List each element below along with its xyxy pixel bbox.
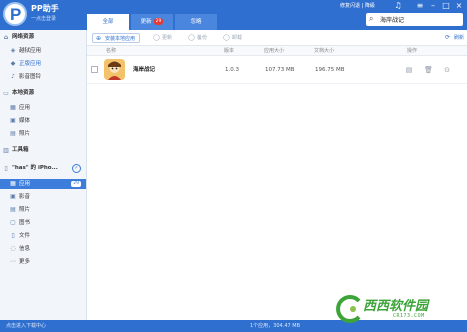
app-size: 107.73 MB (265, 67, 295, 73)
login-link[interactable]: 一点击登录 (31, 15, 56, 22)
section-device[interactable]: ▯ "has" 的 iPho... ✓ (0, 163, 87, 174)
check-icon: ✓ (72, 164, 81, 173)
toolbar: ⊕ 安装本地应用 ◯ 更新 ◯ 备份 ◯ 卸载 ⟳ 刷新 (87, 30, 467, 46)
fix-crash-link[interactable]: 修复闪退 | 降級 (340, 2, 375, 9)
doc-manage-icon[interactable]: ▤ (405, 66, 413, 74)
backup-icon: ◯ (188, 34, 195, 41)
backup-button[interactable]: ◯ 备份 (188, 33, 207, 43)
sidebar-item-jailbreak-apps[interactable]: ◈ 越狱应用 (0, 46, 86, 56)
watermark-text: 西西软件园 (363, 299, 429, 314)
phone-icon: ▯ (4, 165, 8, 172)
media-icon: ▣ (10, 193, 16, 200)
minimize-icon[interactable]: – (428, 1, 438, 10)
watermark-logo-icon (336, 295, 361, 323)
uninstall-button[interactable]: ◯ 卸载 (223, 33, 242, 43)
media-icon: ▣ (10, 117, 16, 124)
search-box: ⌕ (366, 13, 463, 26)
app-header: P PP助手 一点击登录 全部 更新 29 忽略 修复闪退 | 降級 ♫ ≡ – … (0, 0, 467, 30)
doc-size: 196.75 MB (315, 67, 345, 73)
update-button[interactable]: ◯ 更新 (153, 33, 172, 43)
watermark-url: CR173.COM (393, 313, 425, 319)
close-icon[interactable]: × (454, 1, 464, 10)
apps-grid-icon: ▦ (10, 180, 16, 187)
app-title: PP助手 (31, 4, 59, 13)
section-local[interactable]: ▭ 本地资源 (0, 88, 87, 99)
col-actions: 操作 (407, 48, 418, 54)
col-doc-size[interactable]: 文档大小 (314, 46, 334, 56)
music-note-icon: ♪ (11, 73, 15, 80)
tab-update[interactable]: 更新 29 (131, 14, 173, 30)
sidebar-item-media-ringtones[interactable]: ♪ 影音图铃 (0, 72, 86, 82)
trash-icon[interactable]: 🗑 (424, 66, 433, 74)
photo-icon: ▤ (10, 206, 16, 213)
sidebar-item-official-apps[interactable]: ◆ 正版应用 (0, 59, 86, 69)
section-network[interactable]: ⌂ 网络资源 (0, 32, 87, 43)
home-icon: ⌂ (3, 34, 9, 41)
update-count-badge: 29 (153, 18, 164, 25)
update-icon: ◯ (153, 34, 160, 41)
sidebar-item-device-photos[interactable]: ▤ 照片 (0, 205, 86, 215)
pp-logo-icon[interactable]: P (3, 2, 27, 26)
more-icon: ⋯ (10, 258, 16, 265)
tab-all[interactable]: 全部 (87, 14, 129, 30)
menu-icon[interactable]: ≡ (415, 1, 425, 10)
col-app-size[interactable]: 应用大小 (264, 46, 284, 56)
sidebar-item-local-media[interactable]: ▣ 媒体 (0, 116, 86, 126)
table-header: 名称 版本 应用大小 文档大小 操作 (87, 46, 467, 56)
download-center-link[interactable]: 点击进入下载中心 (6, 320, 46, 332)
folder-icon: ▭ (3, 90, 9, 97)
photo-icon: ▤ (10, 130, 16, 137)
refresh-button[interactable]: ⟳ 刷新 (445, 33, 464, 43)
col-version[interactable]: 版本 (224, 46, 234, 56)
app-version: 1.0.3 (225, 67, 239, 73)
install-local-app-button[interactable]: ⊕ 安装本地应用 (92, 33, 141, 43)
tab-ignored[interactable]: 忽略 (175, 14, 217, 30)
sidebar-item-device-messages[interactable]: ◌ 信息 (0, 244, 86, 254)
uninstall-icon: ◯ (223, 34, 230, 41)
jailbreak-app-icon: ◈ (10, 47, 16, 54)
official-app-icon: ◆ (10, 60, 16, 67)
col-name[interactable]: 名称 (106, 46, 116, 56)
maximize-icon[interactable]: □ (441, 1, 451, 10)
app-thumbnail-icon (104, 59, 125, 80)
more-actions-icon[interactable]: ⊙ (443, 66, 451, 74)
music-icon[interactable]: ♫ (393, 1, 403, 10)
sidebar-item-device-more[interactable]: ⋯ 更多 (0, 257, 86, 267)
table-row[interactable]: 海岸战记 1.0.3 107.73 MB 196.75 MB ▤ 🗑 ⊙ (87, 56, 467, 84)
sidebar-item-local-apps[interactable]: ▦ 应用 (0, 103, 86, 113)
search-input[interactable] (380, 14, 460, 25)
sidebar-item-local-photos[interactable]: ▤ 照片 (0, 129, 86, 139)
apps-grid-icon: ▦ (10, 104, 16, 111)
status-text: 1个应用，304.47 MB (250, 323, 301, 329)
add-icon: ⊕ (96, 35, 102, 42)
refresh-icon: ⟳ (444, 34, 451, 41)
app-name: 海岸战记 (133, 67, 156, 73)
row-checkbox[interactable] (91, 66, 98, 73)
book-icon: ▢ (10, 219, 16, 226)
app-count-badge: 29 (71, 181, 81, 187)
sidebar-item-device-media[interactable]: ▣ 影音 (0, 192, 86, 202)
section-toolbox[interactable]: ▥ 工具箱 (0, 145, 87, 156)
sidebar: ⌂ 网络资源 ◈ 越狱应用 ◆ 正版应用 ♪ 影音图铃 ▭ 本地资源 ▦ 应用 … (0, 30, 87, 320)
sidebar-item-device-apps[interactable]: ▦ 应用 29 (0, 179, 86, 189)
sidebar-item-device-files[interactable]: ▯ 文件 (0, 231, 86, 241)
watermark: 西西软件园 CR173.COM (333, 294, 467, 324)
file-icon: ▯ (11, 232, 15, 239)
toolbox-icon: ▥ (3, 147, 9, 154)
message-icon: ◌ (10, 245, 16, 252)
sidebar-item-device-books[interactable]: ▢ 图书 (0, 218, 86, 228)
search-icon[interactable]: ⌕ (369, 14, 373, 24)
